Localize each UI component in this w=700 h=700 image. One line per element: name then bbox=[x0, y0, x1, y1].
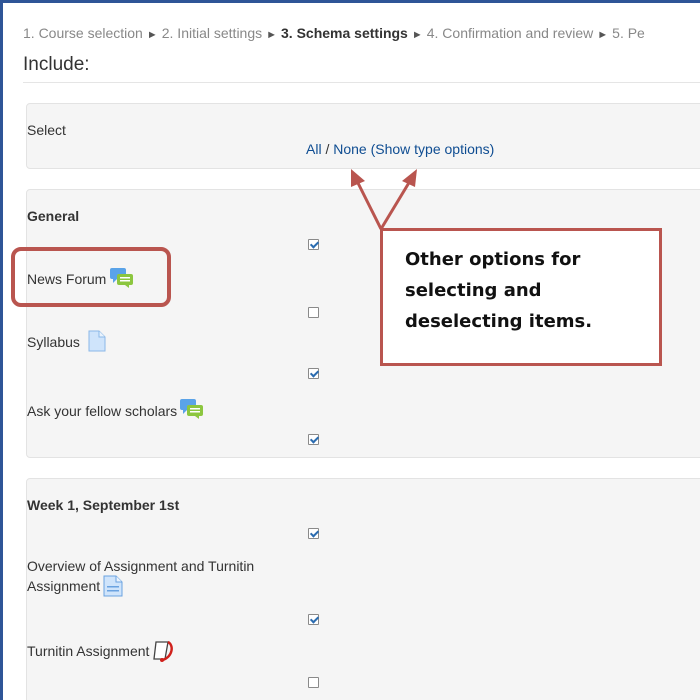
callout-line-1: Other options for bbox=[405, 249, 581, 270]
callout-line-2: selecting and bbox=[405, 280, 542, 301]
screenshot-frame: 1. Course selection ► 2. Initial settings ►… bbox=[0, 0, 700, 700]
callout-line-3: deselecting items. bbox=[405, 311, 593, 332]
annotation-callout: Other options for selecting and deselect… bbox=[380, 228, 662, 366]
